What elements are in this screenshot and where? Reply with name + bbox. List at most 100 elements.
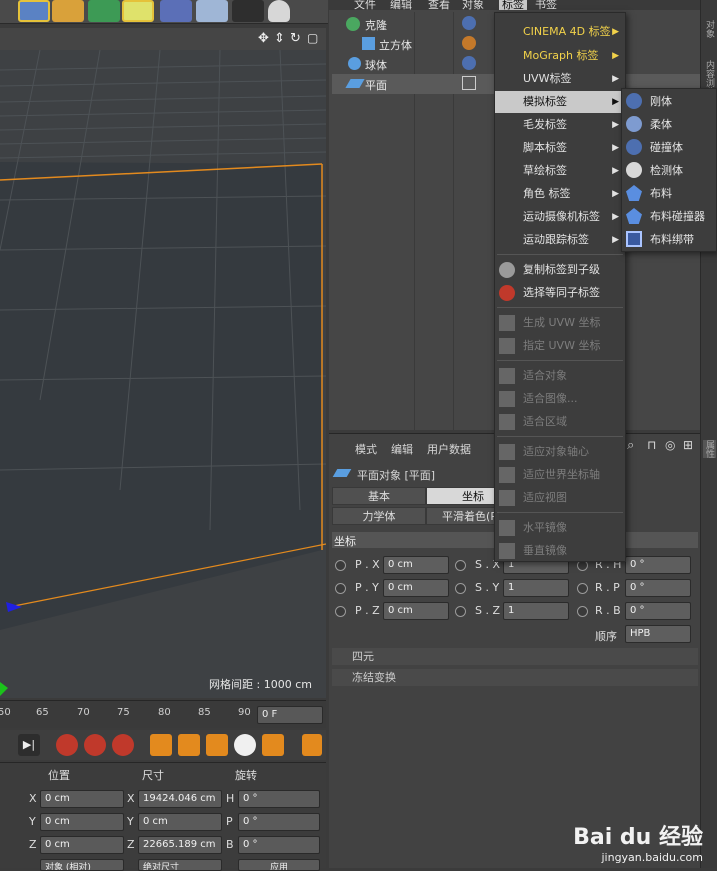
menu-item-mirror-horizontal[interactable]: 水平镜像 — [495, 517, 625, 539]
key-parameter-icon[interactable] — [234, 734, 256, 756]
object-mode-select[interactable]: 对象 (相对) — [40, 859, 124, 871]
cube-tool-icon[interactable] — [18, 0, 50, 22]
pos-z-field[interactable]: 0 cm — [383, 602, 449, 620]
menu-object[interactable]: 对象 — [462, 0, 484, 10]
key-position-icon[interactable] — [150, 734, 172, 756]
film-icon[interactable] — [302, 734, 322, 756]
size-mode-select[interactable]: 绝对尺寸 — [138, 859, 222, 871]
menu-tags[interactable]: 标签 — [499, 0, 527, 10]
new-panel-icon[interactable]: ⊞ — [683, 438, 693, 452]
rot-p-field[interactable]: 0 ° — [238, 813, 320, 831]
menu-item-select-identical-child-tags[interactable]: 选择等同子标签 — [495, 282, 625, 304]
menu-item-ghost-body[interactable]: 检测体 — [622, 159, 716, 182]
menu-item-fit-object[interactable]: 适合对象 — [495, 365, 625, 387]
menu-item-collider-body[interactable]: 碰撞体 — [622, 136, 716, 159]
auto-key-icon[interactable] — [84, 734, 106, 756]
lock-icon[interactable]: ⊓ — [647, 438, 656, 452]
menu-item-character-tags[interactable]: 角色 标签 ▶ — [495, 183, 625, 205]
menu-item-fit-region[interactable]: 适合区域 — [495, 411, 625, 433]
menu-item-sketch-tags[interactable]: 草绘标签 ▶ — [495, 160, 625, 182]
key-pla-icon[interactable] — [262, 734, 284, 756]
radio[interactable] — [455, 560, 466, 571]
rot-b-field[interactable]: 0 ° — [625, 602, 691, 620]
attr-menu-edit[interactable]: 编辑 — [391, 441, 413, 457]
menu-edit[interactable]: 编辑 — [390, 0, 412, 10]
menu-item-simulation-tags[interactable]: 模拟标签 ▶ — [495, 91, 625, 113]
menu-item-cloth[interactable]: 布料 — [622, 182, 716, 205]
size-y-field[interactable]: 0 cm — [138, 813, 222, 831]
pos-y-field[interactable]: 0 cm — [40, 813, 124, 831]
pen-tool-icon[interactable] — [52, 0, 84, 22]
current-frame-field[interactable]: 0 F — [257, 706, 323, 724]
target-icon[interactable]: ◎ — [665, 438, 675, 452]
tab-attributes-vertical[interactable]: 属性 — [703, 440, 716, 458]
attr-menu-mode[interactable]: 模式 — [355, 441, 377, 457]
camera-icon[interactable] — [232, 0, 264, 22]
menu-item-soft-body[interactable]: 柔体 — [622, 113, 716, 136]
cloner-icon[interactable] — [122, 0, 154, 22]
size-x-field[interactable]: 19424.046 cm — [138, 790, 222, 808]
apply-button[interactable]: 应用 — [238, 859, 320, 871]
zoom-view-icon[interactable]: ⇕ — [274, 31, 285, 46]
rot-h-field[interactable]: 0 ° — [625, 556, 691, 574]
light-icon[interactable] — [268, 0, 290, 22]
scale-y-field[interactable]: 1 — [503, 579, 569, 597]
tab-objects-vertical[interactable]: 对象 — [703, 20, 716, 38]
tab-dynamics[interactable]: 力学体 — [332, 507, 426, 525]
menu-item-generate-uvw[interactable]: 生成 UVW 坐标 — [495, 312, 625, 334]
pos-x-field[interactable]: 0 cm — [40, 790, 124, 808]
menu-item-cinema4d-tags[interactable]: CINEMA 4D 标签 ▶ — [495, 21, 625, 43]
search-icon[interactable]: ⌕ — [627, 438, 634, 453]
order-select[interactable]: HPB — [625, 625, 691, 643]
rot-p-field[interactable]: 0 ° — [625, 579, 691, 597]
pos-z-field[interactable]: 0 cm — [40, 836, 124, 854]
menu-item-mirror-vertical[interactable]: 垂直镜像 — [495, 540, 625, 562]
freeze-section[interactable]: 冻结变换 — [332, 669, 698, 686]
rot-h-field[interactable]: 0 ° — [238, 790, 320, 808]
viewport[interactable]: ✥ ⇕ ↻ ▢ 网格间距 : 1000 cm — [0, 28, 326, 698]
scale-z-field[interactable]: 1 — [503, 602, 569, 620]
radio[interactable] — [577, 606, 588, 617]
key-rotation-icon[interactable] — [206, 734, 228, 756]
menu-item-fit-object-axis[interactable]: 适应对象轴心 — [495, 441, 625, 463]
menu-item-fit-world-axis[interactable]: 适应世界坐标轴 — [495, 464, 625, 486]
menu-file[interactable]: 文件 — [354, 0, 376, 10]
menu-item-cloth-collider[interactable]: 布料碰撞器 — [622, 205, 716, 228]
radio[interactable] — [577, 583, 588, 594]
menu-item-hair-tags[interactable]: 毛发标签 ▶ — [495, 114, 625, 136]
keyframe-selection-icon[interactable] — [112, 734, 134, 756]
pos-y-field[interactable]: 0 cm — [383, 579, 449, 597]
menu-item-motion-camera-tags[interactable]: 运动摄像机标签 ▶ — [495, 206, 625, 228]
menu-item-motion-tracking-tags[interactable]: 运动跟踪标签 ▶ — [495, 229, 625, 251]
menu-item-cloth-belt[interactable]: 布料绑带 — [622, 228, 716, 251]
menu-view[interactable]: 查看 — [428, 0, 450, 10]
rotate-view-icon[interactable]: ↻ — [290, 31, 301, 46]
radio[interactable] — [455, 583, 466, 594]
attr-menu-userdata[interactable]: 用户数据 — [427, 441, 471, 457]
size-z-field[interactable]: 22665.189 cm — [138, 836, 222, 854]
deformer-icon[interactable] — [160, 0, 192, 22]
menu-item-uvw-tags[interactable]: UVW标签 ▶ — [495, 68, 625, 90]
menu-item-mograph-tags[interactable]: MoGraph 标签 ▶ — [495, 45, 625, 67]
menu-item-fit-view[interactable]: 适应视图 — [495, 487, 625, 509]
radio[interactable] — [335, 560, 346, 571]
menu-item-fit-image[interactable]: 适合图像... — [495, 388, 625, 410]
move-view-icon[interactable]: ✥ — [258, 31, 269, 46]
menu-item-rigid-body[interactable]: 刚体 — [622, 90, 716, 113]
menu-bookmarks[interactable]: 书签 — [535, 0, 557, 10]
tab-basic[interactable]: 基本 — [332, 487, 426, 505]
radio[interactable] — [335, 583, 346, 594]
quaternion-section[interactable]: 四元 — [332, 648, 698, 665]
menu-item-script-tags[interactable]: 脚本标签 ▶ — [495, 137, 625, 159]
subdivision-icon[interactable] — [88, 0, 120, 22]
go-to-end-icon[interactable]: ▶| — [18, 734, 40, 756]
rot-b-field[interactable]: 0 ° — [238, 836, 320, 854]
record-keyframe-icon[interactable] — [56, 734, 78, 756]
radio[interactable] — [335, 606, 346, 617]
pos-x-field[interactable]: 0 cm — [383, 556, 449, 574]
radio[interactable] — [455, 606, 466, 617]
maximize-view-icon[interactable]: ▢ — [307, 31, 318, 45]
menu-item-assign-uvw[interactable]: 指定 UVW 坐标 — [495, 335, 625, 357]
key-scale-icon[interactable] — [178, 734, 200, 756]
menu-item-copy-tags-to-children[interactable]: 复制标签到子级 — [495, 259, 625, 281]
